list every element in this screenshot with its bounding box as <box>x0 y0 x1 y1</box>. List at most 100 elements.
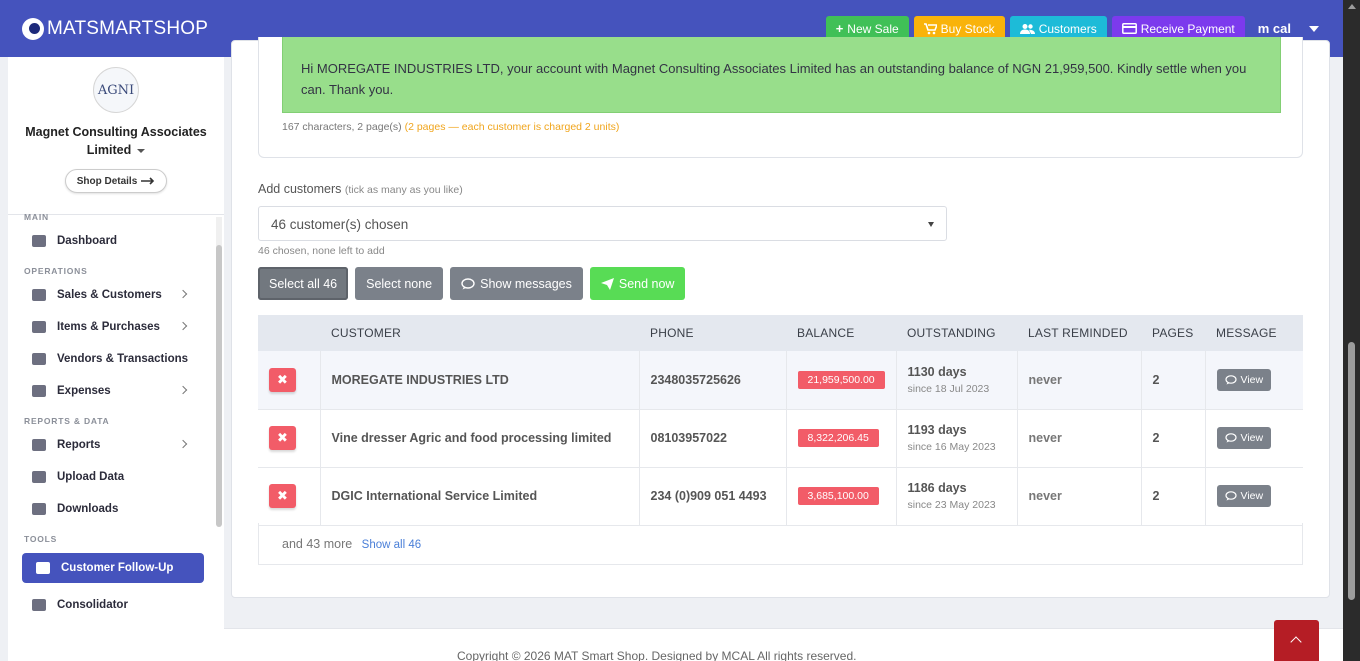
sidebar-item-upload-data[interactable]: Upload Data <box>8 461 218 493</box>
view-label: View <box>1240 373 1264 386</box>
view-message-button[interactable]: View <box>1216 485 1272 507</box>
users-icon <box>1019 23 1035 34</box>
footer: Copyright © 2026 MAT Smart Shop. Designe… <box>224 628 1343 661</box>
sidebar-item-sales-customers[interactable]: Sales & Customers <box>8 279 218 311</box>
balance-badge: 3,685,100.00 <box>797 487 879 505</box>
nav-section-operations: OPERATIONS <box>24 266 88 276</box>
customer-name: Vine dresser Agric and food processing l… <box>331 431 612 445</box>
shop-details-label: Shop Details <box>76 175 138 187</box>
sidebar-item-dashboard[interactable]: Dashboard <box>8 225 218 257</box>
page-count: 2 <box>1152 372 1160 387</box>
column-header-last-reminded: LAST REMINDED <box>1017 315 1141 351</box>
scroll-up-icon[interactable] <box>1348 4 1356 9</box>
outstanding-since: since 23 May 2023 <box>907 499 996 511</box>
send-now-button[interactable]: Send now <box>589 267 686 300</box>
chevron-right-icon <box>178 439 188 449</box>
table-row: ✖ Vine dresser Agric and food processing… <box>258 409 1303 468</box>
sidebar-item-downloads[interactable]: Downloads <box>8 493 218 525</box>
sidebar-item-consolidator[interactable]: Consolidator <box>8 589 218 621</box>
upload-icon <box>32 471 46 483</box>
user-name: m cal <box>1257 21 1291 36</box>
comment-dots-icon <box>36 562 50 574</box>
column-header-outstanding: OUTSTANDING <box>896 315 1017 351</box>
sidebar-item-vendors-transactions[interactable]: Vendors & Transactions <box>8 343 218 375</box>
customers-label: Customers <box>1038 21 1097 36</box>
chevron-down-icon <box>137 148 146 153</box>
buy-stock-label: Buy Stock <box>940 21 995 36</box>
sidebar-nav: MAIN Dashboard OPERATIONS Sales & Custom… <box>8 209 218 621</box>
comment-icon <box>1224 491 1237 501</box>
view-message-button[interactable]: View <box>1216 427 1272 449</box>
user-menu[interactable]: m cal <box>1258 21 1319 36</box>
page-scrollbar-thumb[interactable] <box>1348 342 1355 600</box>
cubes-icon <box>32 321 46 333</box>
last-reminded: never <box>1028 431 1062 445</box>
sidebar-item-label: Expenses <box>57 385 111 397</box>
customer-select[interactable]: 46 customer(s) chosen <box>258 206 947 241</box>
chosen-hint: 46 chosen, none left to add <box>258 245 385 257</box>
column-header-message: MESSAGE <box>1205 315 1303 351</box>
nav-section-main: MAIN <box>24 212 49 222</box>
more-customers-text: and 43 more <box>282 537 353 551</box>
close-icon: ✖ <box>277 488 288 503</box>
credit-card-icon <box>32 385 46 397</box>
dashboard-icon <box>32 235 46 247</box>
column-header-pages: PAGES <box>1141 315 1205 351</box>
table-row: ✖ MOREGATE INDUSTRIES LTD 2348035725626 … <box>258 351 1303 410</box>
scroll-to-top-button[interactable] <box>1274 620 1319 661</box>
chevron-down-icon <box>1309 25 1319 32</box>
customer-name: DGIC International Service Limited <box>331 489 538 503</box>
close-icon: ✖ <box>277 371 288 387</box>
customer-phone: 234 (0)909 051 4493 <box>650 489 767 503</box>
customer-name: MOREGATE INDUSTRIES LTD <box>331 372 509 387</box>
brand-logo-icon <box>22 17 44 40</box>
truck-icon <box>32 353 46 365</box>
chevron-right-icon <box>178 321 188 331</box>
brand[interactable]: MATSMARTSHOP <box>22 17 208 40</box>
select-all-label: Select all 46 <box>269 276 338 291</box>
remove-customer-button[interactable]: ✖ <box>269 426 296 450</box>
shop-name: Magnet Consulting Associates Limited <box>25 125 207 157</box>
shop-switcher[interactable]: Magnet Consulting Associates Limited <box>8 123 224 159</box>
comment-icon <box>1224 433 1237 443</box>
paper-plane-icon <box>600 277 614 290</box>
show-all-link[interactable]: Show all 46 <box>362 539 421 551</box>
sidebar-scrollbar-thumb[interactable] <box>216 245 222 527</box>
remove-customer-button[interactable]: ✖ <box>269 484 296 508</box>
shop-details-button[interactable]: Shop Details <box>64 169 168 193</box>
sidebar-item-expenses[interactable]: Expenses <box>8 375 218 407</box>
add-customers-title: Add customers <box>258 182 342 196</box>
show-messages-button[interactable]: Show messages <box>450 267 583 300</box>
show-messages-label: Show messages <box>480 276 572 291</box>
sidebar-item-label: Sales & Customers <box>57 289 162 301</box>
message-preview: Hi MOREGATE INDUSTRIES LTD, your account… <box>282 37 1281 113</box>
page-scrollbar[interactable] <box>1343 0 1360 661</box>
view-label: View <box>1240 432 1264 444</box>
new-sale-label: New Sale <box>847 21 899 36</box>
select-none-button[interactable]: Select none <box>355 267 444 300</box>
select-all-button[interactable]: Select all 46 <box>258 267 349 300</box>
chevron-up-icon <box>1290 636 1302 648</box>
outstanding-days: 1130 days <box>907 364 967 379</box>
sidebar-item-label: Consolidator <box>57 599 128 611</box>
remove-customer-button[interactable]: ✖ <box>269 367 296 392</box>
customer-phone: 08103957022 <box>650 431 727 445</box>
sidebar-item-reports[interactable]: Reports <box>8 429 218 461</box>
nav-section-tools: TOOLS <box>24 534 58 544</box>
send-now-label: Send now <box>618 276 675 291</box>
sidebar-item-customer-follow-up[interactable]: Customer Follow-Up <box>22 553 204 583</box>
chart-line-icon <box>32 439 46 451</box>
sidebar-item-items-purchases[interactable]: Items & Purchases <box>8 311 218 343</box>
chevron-right-icon <box>178 385 188 395</box>
add-customers-hint: (tick as many as you like) <box>344 184 463 196</box>
sidebar-scrollbar[interactable] <box>216 217 222 527</box>
message-page-warning: (2 pages — each customer is charged 2 un… <box>404 121 620 133</box>
outstanding-since: since 18 Jul 2023 <box>907 382 990 395</box>
customer-phone: 2348035725626 <box>650 372 741 387</box>
message-preview-box: Hi MOREGATE INDUSTRIES LTD, your account… <box>258 37 1303 158</box>
cart-icon <box>923 22 937 34</box>
view-message-button[interactable]: View <box>1216 368 1272 391</box>
comment-icon <box>1224 374 1237 385</box>
balance-badge: 8,322,206.45 <box>797 429 879 447</box>
sidebar-item-label: Reports <box>57 439 101 451</box>
